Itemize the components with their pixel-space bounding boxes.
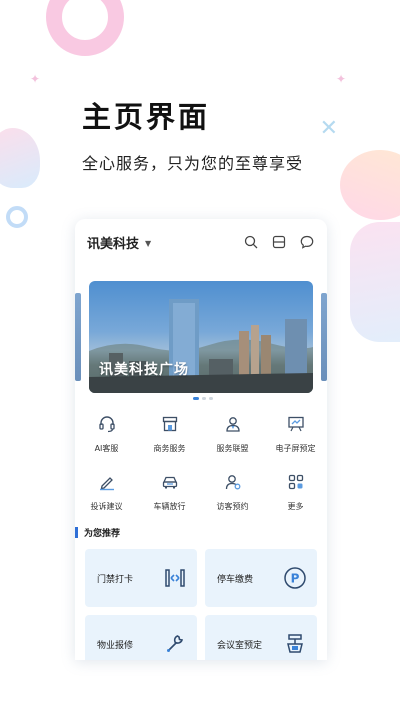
tile-label: 停车缴费 xyxy=(217,574,254,585)
recommend-tiles: 门禁打卡 停车缴费 P 物业报修 会议室预定 xyxy=(85,549,317,660)
service-grid: AI客服 商务服务 服务联盟 电子屏预定 投诉建议 车辆放行 访客预约 更多 xyxy=(75,407,327,523)
tile-label: 会议室预定 xyxy=(217,640,263,651)
grid-more-icon xyxy=(285,471,307,493)
search-icon[interactable] xyxy=(243,234,259,250)
store-icon xyxy=(159,413,181,435)
service-row: 投诉建议 车辆放行 访客预约 更多 xyxy=(75,465,327,523)
service-label: 服务联盟 xyxy=(216,444,249,453)
carousel-indicator xyxy=(193,397,213,400)
service-more[interactable]: 更多 xyxy=(264,465,327,523)
promo-subtitle: 全心服务，只为您的至尊享受 xyxy=(82,154,304,173)
recommend-title: 为您推荐 xyxy=(84,528,121,539)
service-label: 投诉建议 xyxy=(90,502,123,511)
banner-caption: 讯美科技广场 xyxy=(99,362,189,378)
service-label: 电子屏预定 xyxy=(275,444,316,453)
carousel-dot xyxy=(202,397,206,400)
banner-carousel[interactable]: 讯美科技广场 xyxy=(75,281,327,393)
promo-title: 主页界面 xyxy=(82,100,211,134)
service-visitor-booking[interactable]: 访客预约 xyxy=(201,465,264,523)
tile-access-checkin[interactable]: 门禁打卡 xyxy=(85,549,197,607)
meeting-icon xyxy=(281,630,309,658)
headset-icon xyxy=(96,413,118,435)
decorative-ring xyxy=(46,0,124,56)
screen-easel-icon xyxy=(285,413,307,435)
service-alliance[interactable]: 服务联盟 xyxy=(201,407,264,465)
decorative-stripe xyxy=(350,222,400,342)
gate-icon xyxy=(161,564,189,592)
message-icon[interactable] xyxy=(299,234,315,250)
recommend-section-header: 为您推荐 xyxy=(75,525,120,539)
tile-row: 物业报修 会议室预定 xyxy=(85,615,317,660)
carousel-dot-active xyxy=(193,397,199,400)
service-label: 更多 xyxy=(287,502,304,511)
tile-property-repair[interactable]: 物业报修 xyxy=(85,615,197,660)
service-label: 车辆放行 xyxy=(153,502,186,511)
decorative-blob-left xyxy=(0,128,40,188)
person-badge-icon xyxy=(222,413,244,435)
tile-row: 门禁打卡 停车缴费 P xyxy=(85,549,317,607)
pen-edit-icon xyxy=(96,471,118,493)
wrench-icon xyxy=(161,630,189,658)
chevron-down-icon[interactable]: ▼ xyxy=(145,239,151,248)
scan-icon[interactable] xyxy=(271,234,287,250)
svg-text:P: P xyxy=(291,572,300,586)
decorative-sparkle-icon: ✦ xyxy=(30,72,41,86)
service-label: AI客服 xyxy=(94,444,119,453)
decorative-cross-icon: ✕ xyxy=(319,116,338,141)
service-screen-booking[interactable]: 电子屏预定 xyxy=(264,407,327,465)
service-complaint[interactable]: 投诉建议 xyxy=(75,465,138,523)
decorative-blob-right xyxy=(340,150,400,220)
service-business[interactable]: 商务服务 xyxy=(138,407,201,465)
banner-prev-peek[interactable] xyxy=(75,293,81,381)
carousel-dot xyxy=(209,397,213,400)
app-screen: 讯美科技 ▼ 讯美科技广场 AI客服 商务服务 服务联盟 电子屏预定 投诉建议 … xyxy=(75,219,327,660)
decorative-sparkle-icon: ✦ xyxy=(335,72,346,86)
service-vehicle-release[interactable]: 车辆放行 xyxy=(138,465,201,523)
service-ai-support[interactable]: AI客服 xyxy=(75,407,138,465)
visitor-icon xyxy=(222,471,244,493)
service-row: AI客服 商务服务 服务联盟 电子屏预定 xyxy=(75,407,327,465)
banner-next-peek[interactable] xyxy=(321,293,327,381)
promo-headline: 主页界面 全心服务，只为您的至尊享受 xyxy=(82,94,303,174)
app-top-bar: 讯美科技 ▼ xyxy=(75,219,327,265)
tile-parking-payment[interactable]: 停车缴费 P xyxy=(205,549,317,607)
service-label: 商务服务 xyxy=(153,444,186,453)
tile-label: 物业报修 xyxy=(97,640,134,651)
decorative-small-ring xyxy=(6,206,28,228)
company-selector[interactable]: 讯美科技 xyxy=(87,233,139,252)
tile-label: 门禁打卡 xyxy=(97,574,134,585)
service-label: 访客预约 xyxy=(216,502,249,511)
banner-slide[interactable]: 讯美科技广场 xyxy=(89,281,313,393)
tile-meeting-room-booking[interactable]: 会议室预定 xyxy=(205,615,317,660)
section-accent-bar xyxy=(75,526,78,538)
car-icon xyxy=(159,471,181,493)
parking-icon: P xyxy=(281,564,309,592)
